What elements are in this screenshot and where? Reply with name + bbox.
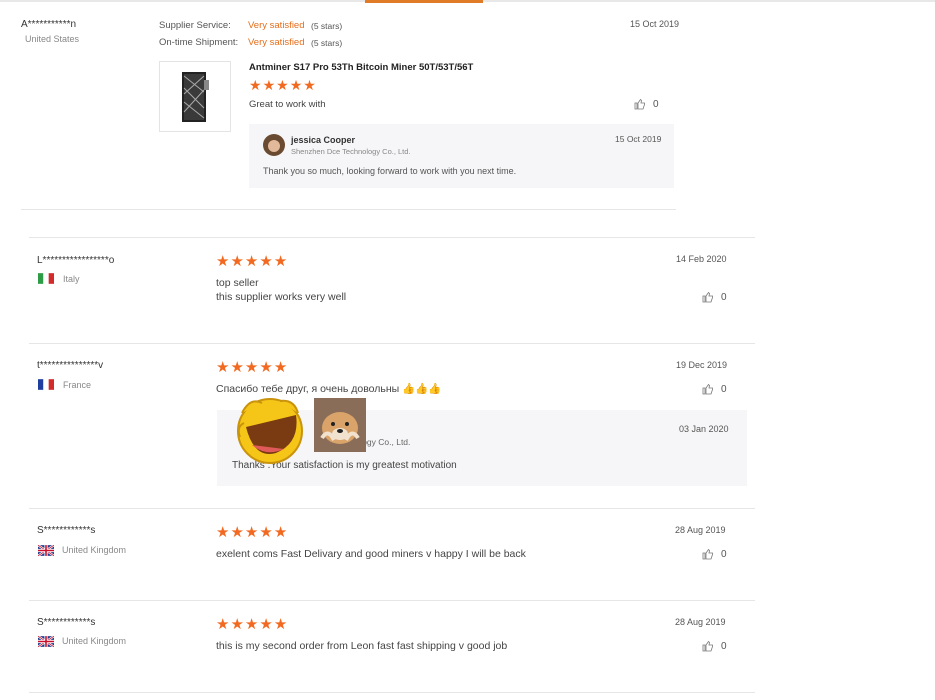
star-icon: ★ [216, 253, 231, 270]
rating-stars: ★★★★★ [216, 617, 288, 632]
thumbs-up-icon [702, 291, 713, 303]
like-count: 0 [721, 640, 727, 652]
star-icon: ★ [230, 359, 245, 376]
star-icon: ★ [230, 524, 245, 541]
rating-stars: ★★★★★ [249, 78, 317, 92]
star-icon: ★ [244, 359, 260, 376]
thumbs-up-icon [702, 383, 713, 395]
divider [29, 600, 755, 601]
flag-icon-uk [38, 636, 54, 647]
flag-icon-italy [38, 273, 54, 284]
divider [21, 209, 676, 210]
star-icon: ★ [273, 359, 289, 376]
star-icon: ★ [273, 253, 289, 270]
laughing-emoji-sticker [237, 398, 303, 464]
like-count: 0 [653, 98, 659, 110]
review-text: this is my second order from Leon fast f… [216, 640, 508, 652]
star-icon: ★ [230, 616, 245, 633]
like-button[interactable]: 0 [702, 548, 727, 560]
review-date: 28 Aug 2019 [675, 525, 726, 535]
like-button[interactable]: 0 [702, 291, 727, 303]
star-icon: ★ [276, 77, 290, 93]
supplier-service-value: Very satisfied [248, 20, 305, 31]
reviewer-name: A***********n [21, 19, 77, 30]
star-icon: ★ [216, 359, 231, 376]
flag-icon-france [38, 379, 54, 390]
product-title[interactable]: Antminer S17 Pro 53Th Bitcoin Miner 50T/… [249, 62, 473, 73]
reply-name: jessica Cooper [291, 135, 356, 145]
review-text: exelent coms Fast Delivary and good mine… [216, 548, 526, 560]
reply-date: 15 Oct 2019 [615, 134, 662, 144]
like-button[interactable]: 0 [702, 383, 727, 395]
review-text: this supplier works very well [216, 291, 347, 303]
active-tab-indicator [365, 0, 483, 3]
star-icon: ★ [262, 77, 277, 93]
reviewer-name: S************s [37, 617, 96, 628]
star-icon: ★ [259, 524, 274, 541]
star-icon: ★ [230, 253, 245, 270]
review-date: 15 Oct 2019 [630, 19, 680, 29]
reply-date: 03 Jan 2020 [679, 424, 729, 434]
miner-image [182, 72, 209, 122]
reviewer-name: t***************v [37, 360, 104, 371]
reply-text: Thank you so much, looking forward to wo… [263, 166, 517, 176]
rating-stars: ★★★★★ [216, 525, 288, 540]
dog-photo-sticker [314, 398, 366, 452]
supplier-service-stars: (5 stars) [311, 21, 343, 31]
review-date: 19 Dec 2019 [676, 360, 728, 370]
reply-company: Shenzhen Dce Technology Co., Ltd. [291, 147, 411, 156]
rating-stars: ★★★★★ [216, 254, 288, 269]
star-icon: ★ [249, 77, 263, 93]
avatar [263, 134, 285, 156]
reviewer-country: Italy [63, 274, 80, 284]
reviewer-name: S************s [37, 525, 96, 536]
like-button[interactable]: 0 [702, 640, 727, 652]
star-icon: ★ [303, 77, 317, 93]
reviewer-country: France [63, 380, 92, 390]
supplier-service-label: Supplier Service: [159, 20, 231, 31]
review-date: 14 Feb 2020 [676, 254, 727, 264]
thumbs-up-icon [702, 640, 713, 652]
star-icon: ★ [216, 524, 231, 541]
reviewer-name: L*****************o [37, 255, 115, 266]
supplier-reply: jessica Cooper Shenzhen Dce Technology C… [249, 124, 674, 188]
star-icon: ★ [244, 616, 260, 633]
star-icon: ★ [273, 616, 289, 633]
product-thumbnail[interactable] [159, 61, 231, 132]
shipment-value: Very satisfied [248, 37, 305, 48]
reviewer-country: United Kingdom [62, 545, 127, 555]
review-comment: Great to work with [249, 99, 326, 110]
like-button[interactable]: 0 [634, 98, 659, 110]
star-icon: ★ [259, 359, 274, 376]
thumbs-up-icon [702, 548, 713, 560]
divider [29, 343, 755, 344]
star-icon: ★ [244, 524, 260, 541]
star-icon: ★ [259, 253, 274, 270]
divider [29, 692, 755, 693]
like-count: 0 [721, 291, 727, 303]
star-icon: ★ [216, 616, 231, 633]
like-count: 0 [721, 383, 727, 395]
star-icon: ★ [259, 616, 274, 633]
shipment-label: On-time Shipment: [159, 37, 239, 48]
star-icon: ★ [244, 253, 260, 270]
like-count: 0 [721, 548, 727, 560]
review-date: 28 Aug 2019 [675, 617, 726, 627]
flag-icon-uk [38, 545, 54, 556]
rating-stars: ★★★★★ [216, 360, 288, 375]
star-icon: ★ [273, 524, 289, 541]
divider [29, 237, 755, 238]
reviewer-country: United Kingdom [62, 636, 127, 646]
shipment-stars: (5 stars) [311, 38, 343, 48]
review-text: top seller [216, 277, 259, 289]
divider [29, 508, 755, 509]
reviewer-country: United States [25, 34, 80, 44]
thumbs-up-icon [634, 98, 645, 110]
star-icon: ★ [289, 77, 304, 93]
